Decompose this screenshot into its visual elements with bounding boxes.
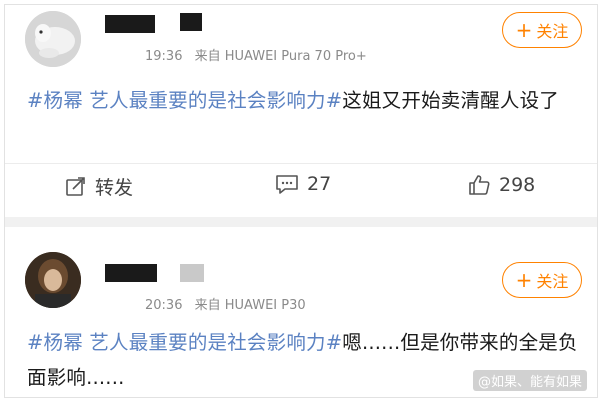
follow-label: 关注 bbox=[536, 22, 569, 41]
like-count: 298 bbox=[499, 174, 536, 196]
repost-button[interactable]: 转发 bbox=[65, 173, 133, 200]
post-time: 19:36 bbox=[145, 49, 183, 64]
avatar[interactable] bbox=[25, 11, 81, 67]
comment-button[interactable]: 27 bbox=[275, 173, 331, 195]
action-bar: 转发 27 298 bbox=[5, 173, 597, 203]
avatar[interactable] bbox=[25, 252, 81, 308]
screenshot-page: 19:36 来自 HUAWEI Pura 70 Pro+ + 关注 #杨幂 艺人… bbox=[4, 4, 598, 398]
hashtag-link[interactable]: #杨幂 艺人最重要的是社会影响力# bbox=[27, 331, 342, 354]
watermark: @如果、能有如果 bbox=[472, 370, 587, 391]
repost-label: 转发 bbox=[95, 177, 134, 199]
username-redacted[interactable] bbox=[105, 264, 157, 282]
username-redacted-2 bbox=[180, 13, 202, 31]
post-content: #杨幂 艺人最重要的是社会影响力#这姐又开始卖清醒人设了 bbox=[27, 83, 587, 118]
like-button[interactable]: 298 bbox=[467, 173, 535, 197]
post-source: 来自 HUAWEI P30 bbox=[194, 298, 306, 313]
avatar-image bbox=[25, 252, 81, 308]
comment-icon bbox=[276, 175, 298, 194]
follow-button[interactable]: + 关注 bbox=[502, 12, 582, 48]
plus-icon: + bbox=[515, 268, 533, 292]
divider bbox=[5, 163, 597, 164]
username-redacted-2 bbox=[180, 264, 204, 282]
hashtag-link[interactable]: #杨幂 艺人最重要的是社会影响力# bbox=[27, 89, 342, 112]
post-text: 这姐又开始卖清醒人设了 bbox=[342, 89, 559, 112]
comment-count: 27 bbox=[307, 173, 332, 195]
follow-button[interactable]: + 关注 bbox=[502, 262, 582, 298]
plus-icon: + bbox=[515, 18, 533, 42]
post-meta: 19:36 来自 HUAWEI Pura 70 Pro+ bbox=[145, 45, 367, 64]
follow-label: 关注 bbox=[536, 272, 569, 291]
avatar-image bbox=[25, 11, 81, 67]
thumbs-up-icon bbox=[469, 175, 490, 195]
username-redacted[interactable] bbox=[105, 15, 155, 33]
post-separator bbox=[5, 217, 597, 227]
weibo-post: 19:36 来自 HUAWEI Pura 70 Pro+ + 关注 #杨幂 艺人… bbox=[5, 5, 597, 217]
repost-icon bbox=[66, 176, 85, 196]
post-meta: 20:36 来自 HUAWEI P30 bbox=[145, 294, 306, 313]
post-time: 20:36 bbox=[145, 298, 183, 313]
post-source: 来自 HUAWEI Pura 70 Pro+ bbox=[194, 49, 367, 64]
weibo-post: 20:36 来自 HUAWEI P30 + 关注 #杨幂 艺人最重要的是社会影响… bbox=[5, 227, 597, 397]
